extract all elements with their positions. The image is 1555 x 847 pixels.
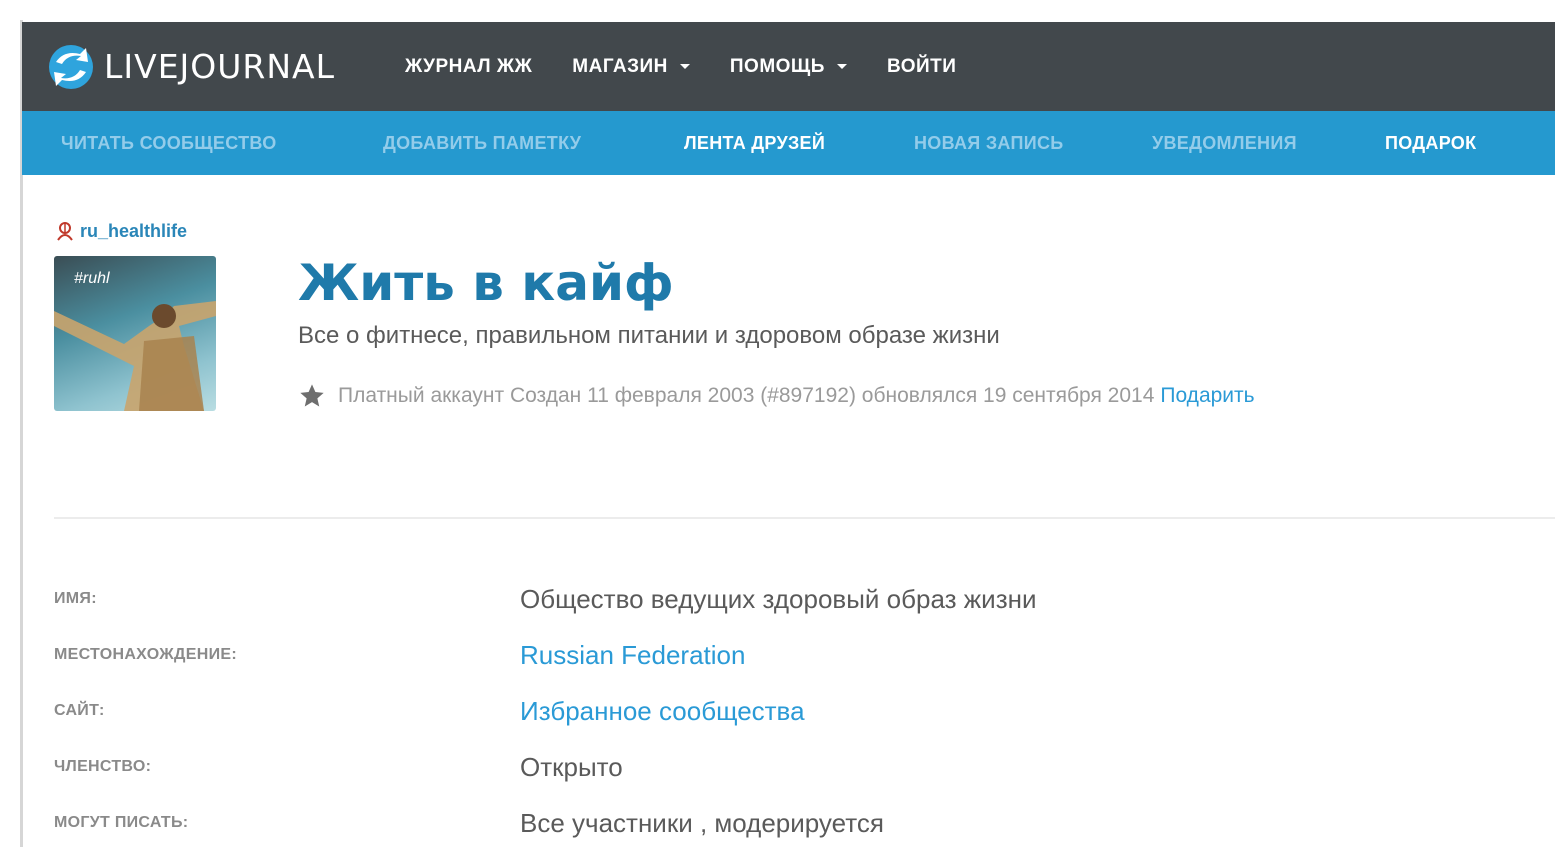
livejournal-logo-icon xyxy=(49,44,93,89)
action-new-post[interactable]: НОВАЯ ЗАПИСЬ xyxy=(914,133,1064,154)
account-meta: Платный аккаунт Создан 11 февраля 2003 (… xyxy=(298,382,1255,410)
livejournal-logo[interactable]: LIVEJOURNAL xyxy=(46,42,335,92)
action-add-note[interactable]: ДОБАВИТЬ ПАМЕТКУ xyxy=(383,133,581,154)
info-row-posting: МОГУТ ПИСАТЬ: Все участники , модерирует… xyxy=(54,804,1534,844)
community-icon xyxy=(57,222,73,241)
page-title: Жить в кайф xyxy=(298,254,674,312)
username-text: ru_healthlife xyxy=(80,220,188,241)
nav-login[interactable]: ВОЙТИ xyxy=(887,56,956,78)
top-nav: ЖУРНАЛ ЖЖ МАГАЗИН ПОМОЩЬ ВОЙТИ xyxy=(405,56,996,78)
info-label: МОГУТ ПИСАТЬ: xyxy=(54,814,189,831)
info-row-site: САЙТ: Избранное сообщества xyxy=(54,692,1534,732)
nav-shop-label: МАГАЗИН xyxy=(572,55,668,77)
section-divider xyxy=(54,517,1555,519)
info-row-name: ИМЯ: Общество ведущих здоровый образ жиз… xyxy=(54,580,1534,620)
action-gift[interactable]: ПОДАРОК xyxy=(1385,133,1476,154)
chevron-down-icon xyxy=(836,64,847,69)
action-notifications[interactable]: УВЕДОМЛЕНИЯ xyxy=(1152,133,1297,154)
nav-shop[interactable]: МАГАЗИН xyxy=(572,56,690,78)
info-label: ЧЛЕНСТВО: xyxy=(54,758,152,775)
nav-help[interactable]: ПОМОЩЬ xyxy=(730,56,847,78)
page-subtitle: Все о фитнесе, правильном питании и здор… xyxy=(298,322,1000,349)
info-value: Все участники , модерируется xyxy=(520,808,884,838)
action-friends-feed[interactable]: ЛЕНТА ДРУЗЕЙ xyxy=(684,133,825,154)
page-frame: LIVEJOURNAL ЖУРНАЛ ЖЖ МАГАЗИН ПОМОЩЬ ВОЙ… xyxy=(0,0,1555,847)
info-label: САЙТ: xyxy=(54,702,105,719)
star-icon xyxy=(300,384,324,407)
info-row-location: МЕСТОНАХОЖДЕНИЕ: Russian Federation xyxy=(54,636,1534,676)
info-label: МЕСТОНАХОЖДЕНИЕ: xyxy=(54,646,237,663)
info-label: ИМЯ: xyxy=(54,590,97,607)
community-action-bar: ЧИТАТЬ СООБЩЕСТВО ДОБАВИТЬ ПАМЕТКУ ЛЕНТА… xyxy=(22,111,1555,175)
logo-text: LIVEJOURNAL xyxy=(104,47,335,86)
account-meta-text: Платный аккаунт Создан 11 февраля 2003 (… xyxy=(338,384,1155,407)
info-value: Общество ведущих здоровый образ жизни xyxy=(520,584,1037,614)
nav-journal[interactable]: ЖУРНАЛ ЖЖ xyxy=(405,56,532,78)
nav-journal-label: ЖУРНАЛ ЖЖ xyxy=(404,55,533,77)
nav-login-label: ВОЙТИ xyxy=(886,55,957,77)
community-avatar[interactable]: #ruhl xyxy=(54,256,216,411)
chevron-down-icon xyxy=(679,64,690,69)
location-link[interactable]: Russian Federation xyxy=(520,640,745,671)
community-username[interactable]: ru_healthlife xyxy=(54,220,187,242)
info-row-membership: ЧЛЕНСТВО: Открыто xyxy=(54,748,1534,788)
avatar-tag: #ruhl xyxy=(74,270,110,287)
info-value: Открыто xyxy=(520,752,623,782)
site-link[interactable]: Избранное сообщества xyxy=(520,696,805,727)
action-read-community[interactable]: ЧИТАТЬ СООБЩЕСТВО xyxy=(61,133,277,154)
gift-link[interactable]: Подарить xyxy=(1160,384,1254,408)
top-navigation-bar: LIVEJOURNAL ЖУРНАЛ ЖЖ МАГАЗИН ПОМОЩЬ ВОЙ… xyxy=(22,22,1555,111)
nav-help-label: ПОМОЩЬ xyxy=(729,55,825,77)
